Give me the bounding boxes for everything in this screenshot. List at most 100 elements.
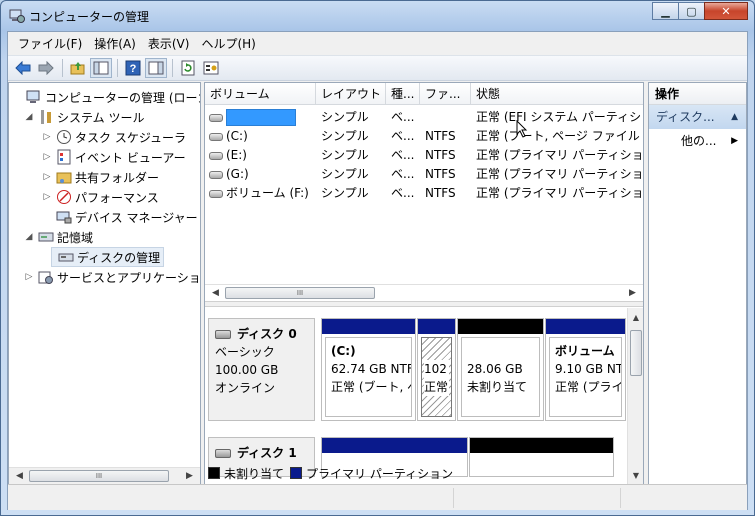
primary-partition-band — [322, 438, 467, 453]
partition-size: 102 — [424, 360, 449, 378]
toolbar: ? — [8, 55, 747, 81]
status-bar — [8, 484, 747, 510]
disk-name: ディスク 0 — [237, 327, 297, 341]
computer-management-icon — [9, 9, 25, 23]
column-header-volume[interactable]: ボリューム — [205, 83, 316, 105]
volume-filesystem — [425, 108, 471, 127]
up-folder-button[interactable] — [67, 58, 89, 78]
scroll-up-icon[interactable]: ▲ — [628, 310, 643, 326]
expanded-triangle-icon[interactable]: ◢ — [23, 232, 35, 242]
maximize-button[interactable]: ▢ — [678, 2, 705, 20]
tree-item-services-apps[interactable]: ▷ サービスとアプリケーショ — [23, 267, 200, 287]
close-button[interactable]: ✕ — [704, 2, 748, 20]
action-pane: 操作 ディスク... ▲ 他の... ▶ — [648, 82, 747, 485]
show-hide-action-pane-button[interactable] — [145, 58, 167, 78]
volume-icon — [209, 151, 223, 160]
tree-item-storage[interactable]: ◢ 記憶域 — [23, 227, 93, 247]
tree-item-system-tools[interactable]: ◢ システム ツール — [23, 107, 144, 127]
tree-label: イベント ビューアー — [75, 150, 186, 165]
partition-title: ボリューム — [555, 344, 615, 358]
tree-item-task-scheduler[interactable]: ▷ タスク スケジューラ — [41, 127, 186, 147]
action-section-disk-management[interactable]: ディスク... ▲ — [649, 105, 746, 129]
tree-item-device-manager[interactable]: デバイス マネージャー — [53, 207, 198, 227]
collapsed-triangle-icon[interactable]: ▷ — [41, 192, 53, 202]
collapsed-triangle-icon[interactable]: ▷ — [41, 152, 53, 162]
forward-button[interactable] — [35, 58, 57, 78]
volume-status: 正常 (プライマリ パーティショ — [476, 148, 644, 162]
disk-0-label[interactable]: ディスク 0 ベーシック 100.00 GB オンライン — [208, 318, 315, 421]
tree-horizontal-scrollbar[interactable]: ◀ III ▶ — [9, 467, 200, 484]
volume-row[interactable]: (G:) シンプル ベ... NTFS 正常 (プライマリ パーティショ — [205, 165, 643, 184]
scroll-thumb[interactable] — [630, 330, 642, 376]
collapsed-triangle-icon[interactable]: ▷ — [41, 172, 53, 182]
menu-help[interactable]: ヘルプ(H) — [195, 35, 261, 52]
partition-status: 正常 (ブート, ペ — [331, 380, 412, 394]
action-more-actions[interactable]: 他の... ▶ — [649, 129, 746, 153]
help-button[interactable]: ? — [122, 58, 144, 78]
column-header-status[interactable]: 状態 — [471, 83, 643, 105]
partition-efi[interactable]: 102 正常 — [417, 318, 456, 421]
volume-row[interactable]: (E:) シンプル ベ... NTFS 正常 (プライマリ パーティショ — [205, 146, 644, 165]
column-header-filesystem[interactable]: ファ... — [420, 83, 471, 105]
selected-volume-name[interactable] — [226, 109, 296, 126]
volume-layout: シンプル — [321, 148, 369, 162]
menu-action[interactable]: 操作(A) — [88, 35, 142, 52]
pane-splitter[interactable] — [205, 301, 643, 307]
refresh-button[interactable] — [177, 58, 199, 78]
submenu-arrow-icon: ▶ — [731, 136, 738, 146]
volume-list-horizontal-scrollbar[interactable]: ◀ III ▶ — [205, 284, 643, 301]
action-item-label: 他の... — [681, 134, 717, 148]
scroll-right-icon[interactable]: ▶ — [624, 285, 641, 301]
computer-management-icon — [26, 90, 40, 103]
scroll-left-icon[interactable]: ◀ — [207, 285, 224, 301]
scroll-thumb[interactable]: III — [225, 287, 375, 299]
tree-item-root[interactable]: コンピューターの管理 (ローカ — [11, 87, 200, 107]
expanded-triangle-icon[interactable]: ◢ — [23, 112, 35, 122]
collapsed-triangle-icon[interactable]: ▷ — [23, 272, 35, 282]
scroll-left-icon[interactable]: ◀ — [11, 468, 28, 484]
disk-management-pane: ボリューム レイアウト 種... ファ... 状態 シンプル ベ... 正常 (… — [204, 82, 644, 485]
disk-management-icon — [58, 253, 74, 262]
graph-vertical-scrollbar[interactable]: ▲ ▼ — [627, 308, 643, 484]
collapse-triangle-icon[interactable]: ▲ — [731, 105, 738, 129]
scroll-thumb[interactable]: III — [29, 470, 169, 482]
show-hide-tree-button[interactable] — [90, 58, 112, 78]
tree-item-disk-management[interactable]: ディスクの管理 — [51, 247, 165, 267]
partition-f[interactable]: ボリューム 9.10 GB NT 正常 (プライ — [545, 318, 626, 421]
tree-label: システム ツール — [57, 110, 145, 125]
collapsed-triangle-icon[interactable]: ▷ — [41, 132, 53, 142]
volume-name: (G:) — [226, 167, 249, 181]
action-pane-header: 操作 — [649, 83, 746, 105]
volume-icon — [209, 113, 223, 122]
column-header-type[interactable]: 種... — [386, 83, 420, 105]
scroll-right-icon[interactable]: ▶ — [181, 468, 198, 484]
forward-arrow-icon — [38, 61, 54, 75]
folder-up-icon — [70, 62, 85, 75]
tree-item-performance[interactable]: ▷ パフォーマンス — [41, 187, 159, 207]
unallocated-swatch — [208, 467, 220, 479]
tree-label: パフォーマンス — [75, 190, 159, 205]
partition-unallocated[interactable]: 28.06 GB 未割り当て — [457, 318, 544, 421]
volume-icon — [209, 170, 223, 179]
column-header-layout[interactable]: レイアウト — [316, 83, 386, 105]
properties-button[interactable] — [200, 58, 222, 78]
volume-name: (C:) — [226, 129, 248, 143]
volume-row[interactable]: ボリューム (F:) シンプル ベ... NTFS 正常 (プライマリ パーティ… — [205, 184, 643, 203]
disk-icon — [215, 448, 231, 458]
console-tree-icon — [93, 61, 109, 75]
performance-icon — [57, 190, 71, 204]
tools-icon — [41, 110, 51, 124]
partition-c[interactable]: (C:) 62.74 GB NTF 正常 (ブート, ペ — [321, 318, 416, 421]
volume-row[interactable]: シンプル ベ... 正常 (EFI システム パーティシ — [205, 108, 643, 127]
volume-row[interactable]: (C:) シンプル ベ... NTFS 正常 (ブート, ページ ファイル — [205, 127, 643, 146]
status-divider — [453, 488, 454, 508]
partition-status: 未割り当て — [467, 380, 528, 394]
minimize-button[interactable]: ▁ — [652, 2, 679, 20]
menu-view[interactable]: 表示(V) — [142, 35, 196, 52]
partition-title: (C:) — [331, 344, 356, 358]
menu-file[interactable]: ファイル(F) — [12, 35, 88, 52]
tree-item-event-viewer[interactable]: ▷ イベント ビューアー — [41, 147, 186, 167]
disk-icon — [215, 329, 231, 339]
back-button[interactable] — [12, 58, 34, 78]
tree-item-shared-folders[interactable]: ▷ 共有フォルダー — [41, 167, 159, 187]
